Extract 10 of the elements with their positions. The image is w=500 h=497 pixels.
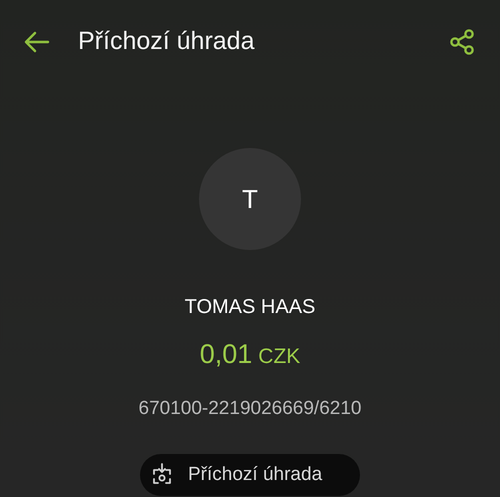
account-number: 670100-2219026669/6210 xyxy=(138,396,362,420)
counterparty-name: TOMAS HAAS xyxy=(184,295,316,320)
amount: 0,01 xyxy=(200,338,252,371)
money-download-icon xyxy=(150,463,174,487)
chip-label: Příchozí úhrada xyxy=(188,462,322,487)
currency: CZK xyxy=(258,344,300,370)
back-arrow-icon xyxy=(24,31,50,53)
avatar: T xyxy=(199,148,301,250)
share-icon xyxy=(448,28,476,56)
page-title: Příchozí úhrada xyxy=(78,26,254,58)
